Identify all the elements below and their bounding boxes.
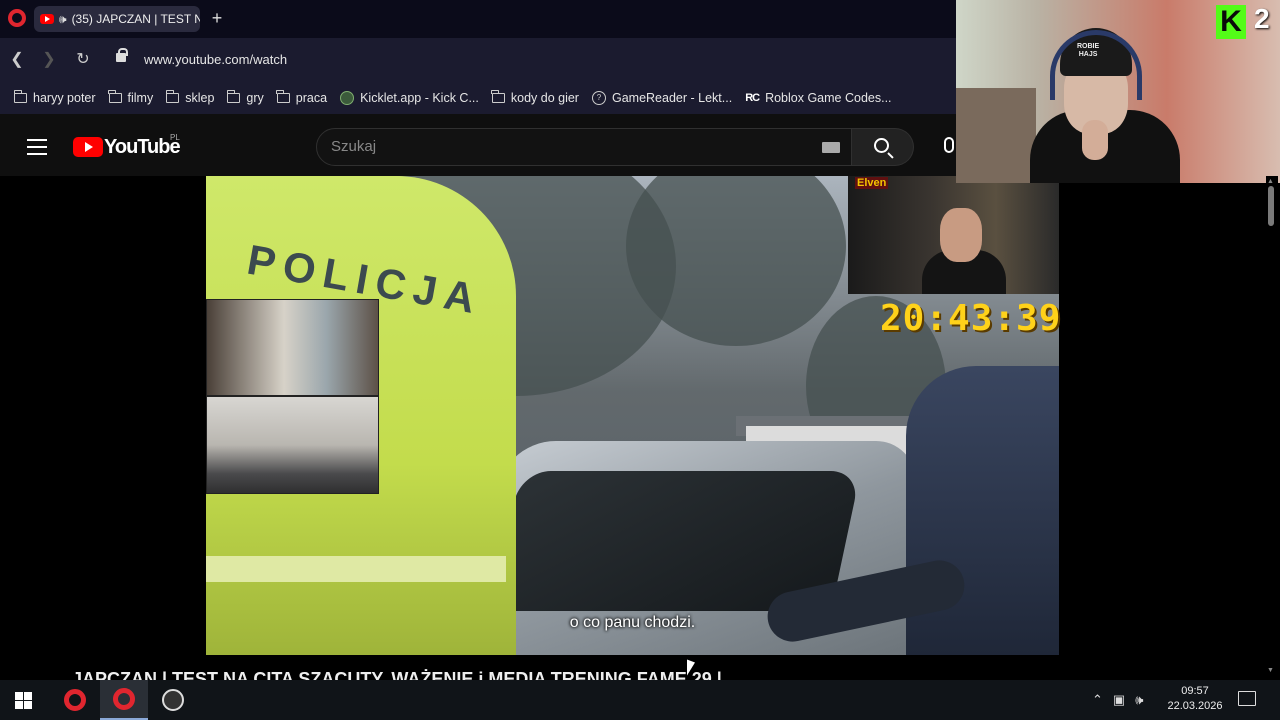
- kick-logo-icon: K: [1216, 5, 1246, 39]
- bookmark-item[interactable]: kody do gier: [491, 90, 579, 105]
- network-icon[interactable]: ▣: [1113, 692, 1125, 708]
- browser-tab-active[interactable]: 🕪 (35) JAPCZAN | TEST N: [34, 6, 200, 32]
- gamereader-icon: ?: [591, 91, 606, 105]
- bookmark-item[interactable]: Kicklet.app - Kick C...: [340, 91, 479, 105]
- pip-streamer-tag: Elven: [855, 177, 889, 189]
- opera-gx-icon: [113, 688, 135, 710]
- scrollbar[interactable]: [1266, 176, 1278, 680]
- obs-icon: [162, 689, 184, 711]
- forward-arrow-icon[interactable]: ❯: [39, 50, 59, 70]
- opera-menu-icon[interactable]: [8, 9, 26, 27]
- notification-icon[interactable]: [1238, 691, 1256, 706]
- volume-icon[interactable]: 🕪: [1135, 692, 1143, 708]
- bookmark-item[interactable]: filmy: [108, 90, 153, 105]
- new-tab-plus-icon[interactable]: +: [208, 9, 226, 28]
- webcam-shelf: [956, 88, 1036, 183]
- bookmarks-bar: haryy poter filmy sklep gry praca Kickle…: [0, 82, 956, 114]
- youtube-logo-text[interactable]: YouTube: [104, 136, 181, 159]
- pip-camera-room-1: [206, 299, 379, 396]
- bookmark-item[interactable]: praca: [276, 90, 327, 105]
- folder-icon: [108, 90, 122, 103]
- microphone-icon[interactable]: [944, 137, 954, 153]
- search-input[interactable]: [331, 138, 811, 155]
- bookmark-item[interactable]: RC Roblox Game Codes...: [745, 91, 891, 105]
- video-title: JAPCZAN | TEST NA CITA SZACUTY, WAŻENIE …: [72, 669, 722, 680]
- folder-icon: [276, 90, 290, 103]
- bookmark-item[interactable]: gry: [226, 90, 264, 105]
- folder-icon: [226, 90, 241, 103]
- reload-icon[interactable]: ↻: [73, 50, 93, 70]
- rc-icon: RC: [745, 92, 760, 104]
- folder-icon: [491, 90, 505, 103]
- chevron-up-icon[interactable]: ⌃: [1092, 692, 1103, 708]
- reflective-stripe: [206, 556, 506, 582]
- bookmark-item[interactable]: ? GameReader - Lekt...: [591, 91, 732, 105]
- webcam-person-hand: [1082, 120, 1108, 160]
- clock-time: 09:57: [1181, 685, 1209, 697]
- clock-date: 22.03.2026: [1167, 700, 1223, 712]
- timestamp-overlay: 20:43:39: [880, 298, 1062, 339]
- folder-icon: [165, 90, 180, 103]
- bookmark-item[interactable]: haryy poter: [13, 90, 96, 105]
- pip-streamer-face: [940, 208, 982, 262]
- tab-title: (35) JAPCZAN | TEST N: [71, 12, 200, 26]
- windows-start-icon[interactable]: [15, 692, 32, 709]
- pip-camera-room-2: [206, 396, 379, 494]
- bookmark-item[interactable]: sklep: [165, 90, 214, 105]
- speaker-icon[interactable]: 🕪: [59, 12, 67, 27]
- folder-icon: [13, 90, 27, 103]
- menu-icon[interactable]: [27, 139, 47, 155]
- taskbar-opera[interactable]: [51, 680, 99, 720]
- search-box: [316, 128, 852, 166]
- kick-count: 2: [1254, 3, 1270, 34]
- system-tray: ⌃ ▣ 🕪: [1092, 680, 1143, 720]
- search-icon[interactable]: [874, 138, 889, 153]
- youtube-logo-icon[interactable]: [73, 137, 103, 157]
- taskbar-obs[interactable]: [149, 680, 197, 720]
- back-arrow-icon[interactable]: ❮: [7, 50, 27, 70]
- taskbar-opera-gx[interactable]: [100, 680, 148, 720]
- keyboard-icon[interactable]: [822, 142, 840, 153]
- youtube-favicon-icon: [40, 14, 54, 24]
- video-subtitle: o co panu chodzi.: [569, 614, 696, 631]
- scroll-up-arrow-icon[interactable]: ▲: [1267, 178, 1274, 185]
- opera-icon: [64, 689, 86, 711]
- scroll-down-arrow-icon[interactable]: ▼: [1267, 667, 1274, 674]
- taskbar-clock[interactable]: 09:57 22.03.2026: [1160, 684, 1230, 714]
- kicklet-icon: [340, 91, 355, 105]
- country-code: PL: [170, 133, 180, 142]
- lock-icon[interactable]: [116, 48, 128, 62]
- mouse-cursor: [687, 659, 695, 679]
- scrollbar-thumb[interactable]: [1268, 186, 1274, 226]
- url-field[interactable]: www.youtube.com/watch: [144, 52, 287, 67]
